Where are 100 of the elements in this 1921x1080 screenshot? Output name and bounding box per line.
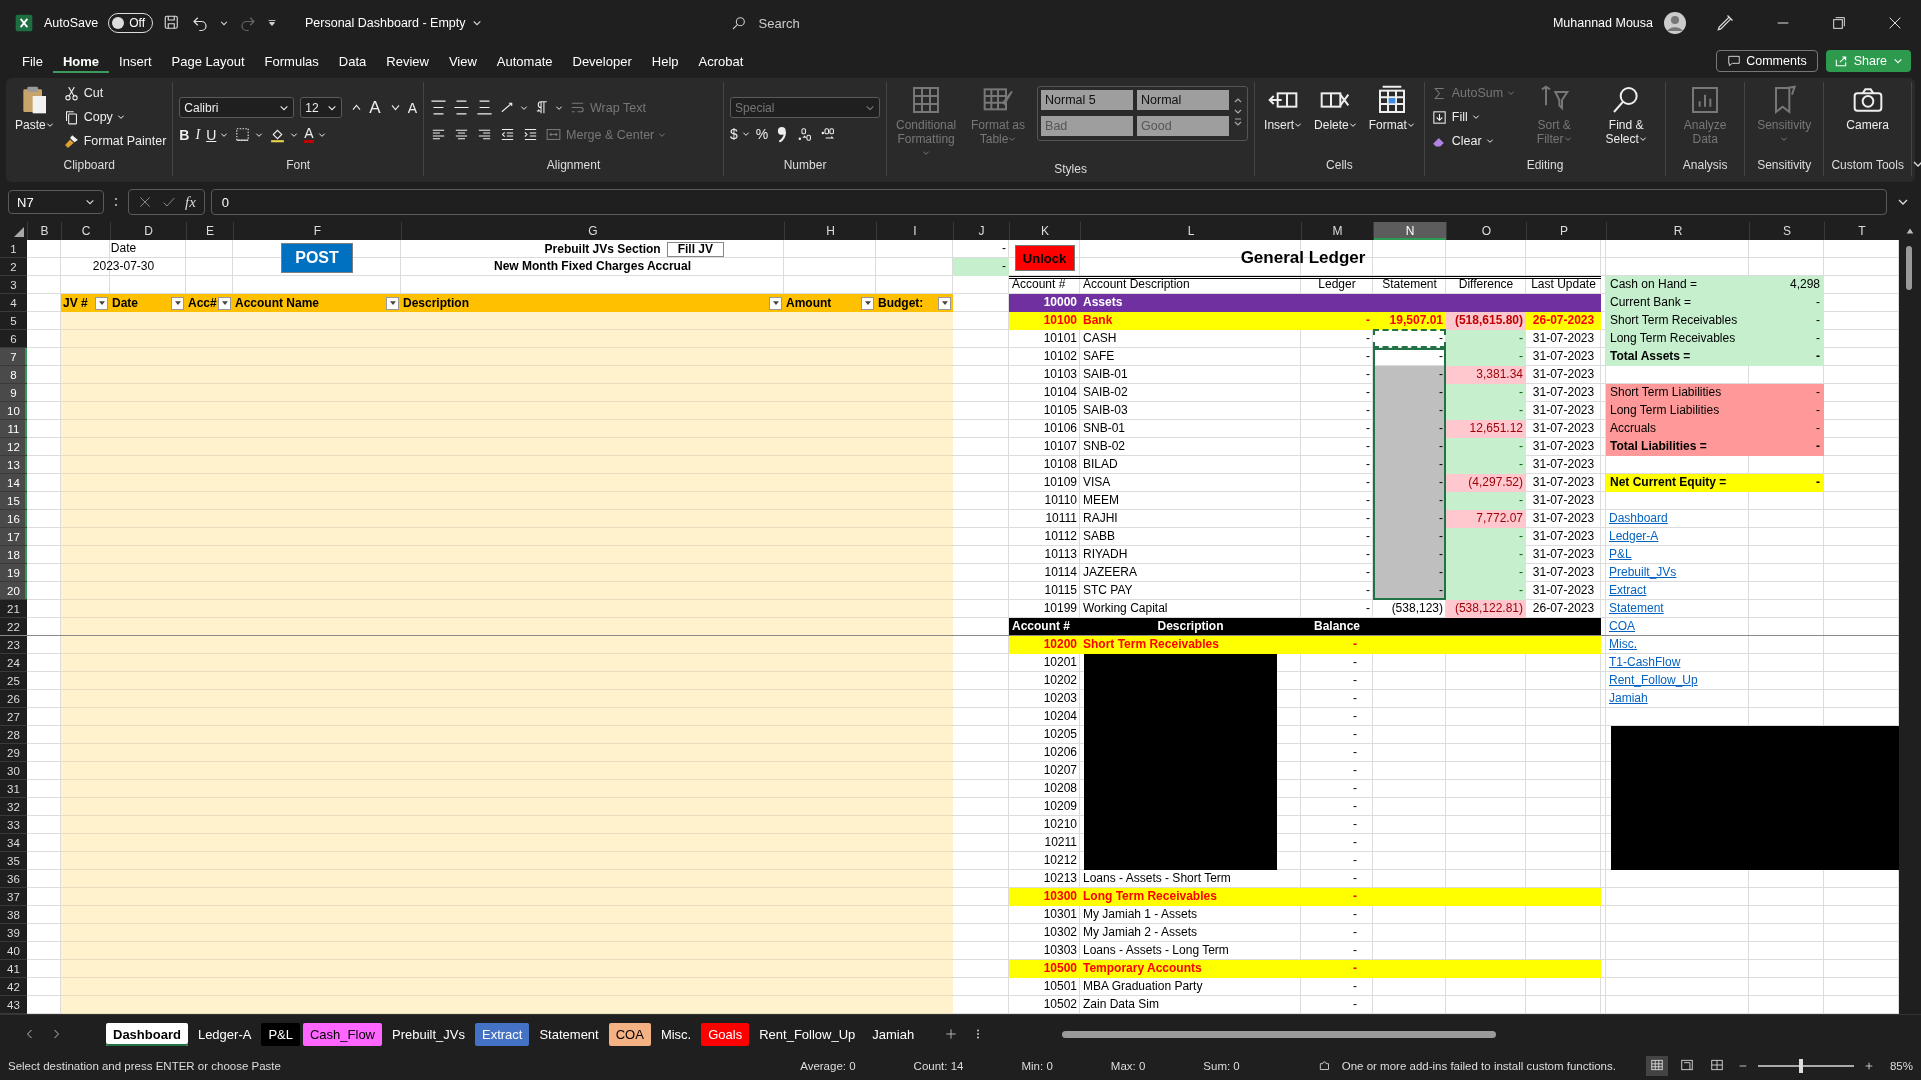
fill-jv-button[interactable]: Fill JV xyxy=(666,241,724,257)
cancel-icon[interactable] xyxy=(137,194,153,210)
sheet-tab[interactable]: Rent_Follow_Up xyxy=(752,1022,863,1046)
sheet-link[interactable]: Misc. xyxy=(1606,636,1749,654)
row-number[interactable]: 24 xyxy=(0,654,27,672)
share-button[interactable]: Share xyxy=(1825,50,1911,72)
row-number[interactable]: 27 xyxy=(0,708,27,726)
row-number[interactable]: 19 xyxy=(0,564,27,582)
ribbon-button[interactable]: Cut xyxy=(62,82,167,104)
row-number[interactable]: 16 xyxy=(0,510,27,528)
ribbon-tab[interactable]: Formulas xyxy=(254,49,329,73)
ribbon-button[interactable]: $ xyxy=(730,123,750,145)
row-number[interactable]: 33 xyxy=(0,816,27,834)
ribbon-tab[interactable]: Acrobat xyxy=(688,49,754,73)
insert-function-button[interactable]: fx xyxy=(185,193,196,211)
redo-icon[interactable] xyxy=(239,14,257,32)
sheet-link[interactable]: Ledger-A xyxy=(1606,528,1749,546)
zoom-level[interactable]: 85% xyxy=(1889,1060,1913,1072)
name-box[interactable]: N7 xyxy=(8,190,104,214)
sheet-tab[interactable]: Prebuilt_JVs xyxy=(385,1022,472,1046)
sheet-tab[interactable]: Statement xyxy=(532,1022,606,1046)
row-number[interactable]: 3 xyxy=(0,276,27,294)
ribbon-button[interactable]: U xyxy=(206,123,229,146)
sheet-link[interactable]: P&L xyxy=(1606,546,1749,564)
row-number[interactable]: 7 xyxy=(0,348,27,366)
row-number[interactable]: 17 xyxy=(0,528,27,546)
row-number[interactable]: 29 xyxy=(0,744,27,762)
sheet-tab[interactable]: Dashboard xyxy=(106,1022,188,1046)
row-number[interactable]: 13 xyxy=(0,456,27,474)
search-field[interactable]: Search xyxy=(756,14,1061,32)
ribbon-tab[interactable]: Automate xyxy=(486,49,563,73)
customize-toolbar-icon[interactable] xyxy=(267,18,277,28)
sheet-link[interactable]: Statement xyxy=(1606,600,1749,618)
ribbon-button[interactable]: Format Painter xyxy=(62,130,167,152)
row-number[interactable]: 8 xyxy=(0,366,27,384)
ribbon-tab[interactable]: View xyxy=(438,49,487,73)
sheet-link[interactable]: Rent_Follow_Up xyxy=(1606,672,1749,690)
row-number[interactable]: 42 xyxy=(0,978,27,996)
ribbon-tab[interactable]: Developer xyxy=(562,49,642,73)
sheet-link[interactable]: Jamiah xyxy=(1606,690,1749,708)
ribbon-button[interactable]: Format xyxy=(1365,82,1418,135)
row-number[interactable]: 37 xyxy=(0,888,27,906)
ribbon-button[interactable]: Clear xyxy=(1430,130,1516,152)
ribbon-button[interactable]: Insert xyxy=(1261,82,1306,135)
sheet-tab[interactable]: Extract xyxy=(475,1022,530,1046)
row-number[interactable]: 31 xyxy=(0,780,27,798)
select-all-icon[interactable] xyxy=(14,227,24,237)
ribbon-button[interactable]: Camera xyxy=(1843,82,1893,135)
column-header[interactable]: N xyxy=(1373,222,1446,240)
sheet-link[interactable]: Prebuilt_JVs xyxy=(1606,564,1749,582)
sheet-tab[interactable]: COA xyxy=(608,1022,651,1046)
ribbon-button[interactable]: A xyxy=(304,123,326,146)
ribbon-button[interactable]: Copy xyxy=(62,106,167,128)
row-number[interactable]: 20 xyxy=(0,582,27,600)
add-sheet-icon[interactable] xyxy=(944,1027,959,1041)
row-number[interactable]: 6 xyxy=(0,330,27,348)
ribbon-tab[interactable]: File xyxy=(12,49,53,73)
row-number[interactable]: 39 xyxy=(0,924,27,942)
zoom-in-icon[interactable] xyxy=(1863,1061,1874,1071)
ribbon-button[interactable]: Paste xyxy=(12,82,57,135)
ribbon-button[interactable]: Fill xyxy=(1430,106,1516,128)
vertical-scrollbar[interactable] xyxy=(1899,240,1921,1014)
row-number[interactable]: 15 xyxy=(0,492,27,510)
unlock-button[interactable]: Unlock xyxy=(1014,245,1075,271)
row-number[interactable]: 26 xyxy=(0,690,27,708)
ribbon-tab[interactable]: Home xyxy=(52,49,110,73)
avatar-icon[interactable] xyxy=(1663,11,1687,35)
row-number[interactable]: 32 xyxy=(0,798,27,816)
sheet-tab[interactable]: P&L xyxy=(261,1022,300,1046)
dropdown-field[interactable]: Calibri xyxy=(179,97,295,118)
row-number[interactable]: 5 xyxy=(0,312,27,330)
row-number[interactable]: 40 xyxy=(0,942,27,960)
sheet-tab[interactable]: Misc. xyxy=(653,1022,699,1046)
save-icon[interactable] xyxy=(163,14,181,32)
row-number[interactable]: 1 xyxy=(0,240,27,258)
sheet-link[interactable]: COA xyxy=(1606,618,1749,636)
row-number[interactable]: 23 xyxy=(0,636,27,654)
ribbon-tab[interactable]: Help xyxy=(641,49,689,73)
ribbon-button[interactable]: Find & Select xyxy=(1593,82,1660,149)
row-number[interactable]: 30 xyxy=(0,762,27,780)
row-number[interactable]: 28 xyxy=(0,726,27,744)
ribbon-button[interactable]: I xyxy=(195,123,201,146)
pen-icon[interactable] xyxy=(1715,13,1735,33)
row-number[interactable]: 35 xyxy=(0,852,27,870)
sheet-link[interactable]: Dashboard xyxy=(1606,510,1749,528)
formula-field[interactable]: 0 xyxy=(210,189,1887,215)
document-title[interactable]: Personal Dashboard - Empty xyxy=(305,16,482,30)
row-number[interactable]: 18 xyxy=(0,546,27,564)
scroll-up-icon[interactable] xyxy=(1905,226,1915,236)
ribbon-button[interactable]: Delete xyxy=(1311,82,1360,135)
row-number[interactable]: 36 xyxy=(0,870,27,888)
sheet-link[interactable]: T1-CashFlow xyxy=(1606,654,1749,672)
row-number[interactable]: 9 xyxy=(0,384,27,402)
zoom-slider[interactable] xyxy=(1799,1059,1804,1073)
row-number[interactable]: 25 xyxy=(0,672,27,690)
undo-icon[interactable] xyxy=(191,14,209,32)
dropdown-field[interactable]: 12 xyxy=(300,97,343,118)
row-number[interactable]: 34 xyxy=(0,834,27,852)
restore-icon[interactable] xyxy=(1831,15,1847,31)
ribbon-tab[interactable]: Review xyxy=(376,49,439,73)
